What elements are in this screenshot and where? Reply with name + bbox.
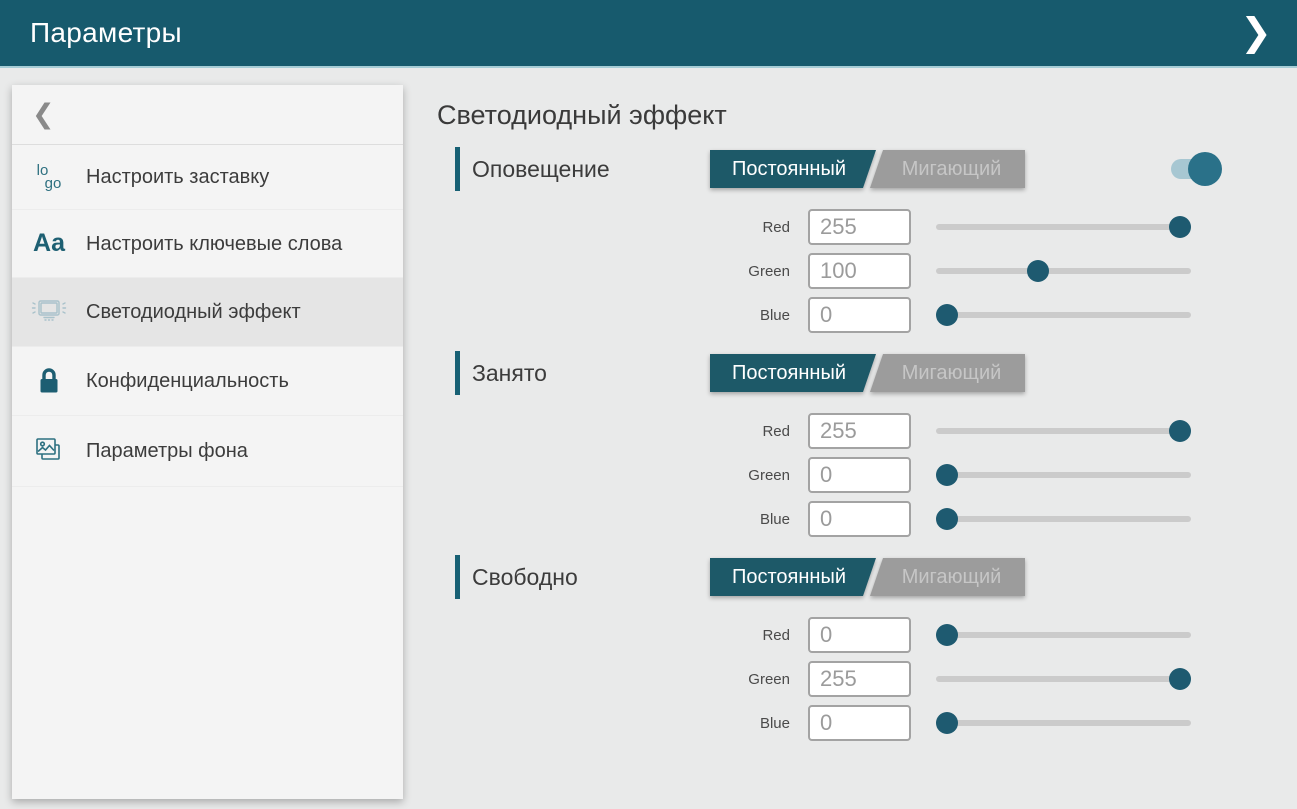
red-slider[interactable] bbox=[936, 413, 1191, 449]
channel-label: Blue bbox=[700, 307, 790, 324]
keywords-icon: Aa bbox=[12, 229, 86, 258]
back-button[interactable]: ❮ bbox=[12, 85, 403, 145]
mode-blinking-button[interactable]: Мигающий bbox=[870, 354, 1025, 392]
red-value-input[interactable] bbox=[808, 209, 911, 245]
blue-value-input[interactable] bbox=[808, 705, 911, 741]
channel-label: Green bbox=[700, 671, 790, 688]
channel-row-red: Red bbox=[700, 209, 1297, 245]
section-label: Свободно bbox=[472, 564, 710, 591]
slider-knob[interactable] bbox=[1027, 260, 1049, 282]
logo-icon: logo bbox=[12, 164, 86, 190]
slider-knob[interactable] bbox=[936, 508, 958, 530]
mode-segmented-control: Постоянный Мигающий bbox=[710, 354, 1025, 392]
content-title: Светодиодный эффект bbox=[437, 100, 1297, 131]
green-value-input[interactable] bbox=[808, 457, 911, 493]
slider-knob[interactable] bbox=[936, 712, 958, 734]
slider-rail bbox=[936, 312, 1191, 318]
sidebar-item-screensaver[interactable]: logo Настроить заставку bbox=[12, 145, 403, 210]
sidebar-item-label: Конфиденциальность bbox=[86, 368, 289, 394]
channel-row-blue: Blue bbox=[700, 501, 1297, 537]
channel-row-green: Green bbox=[700, 661, 1297, 697]
sidebar-item-label: Параметры фона bbox=[86, 438, 248, 464]
alert-enabled-switch[interactable] bbox=[1171, 152, 1223, 186]
blue-value-input[interactable] bbox=[808, 501, 911, 537]
page-title: Параметры bbox=[30, 17, 182, 49]
blue-slider[interactable] bbox=[936, 501, 1191, 537]
mode-blinking-button[interactable]: Мигающий bbox=[870, 150, 1025, 188]
green-slider[interactable] bbox=[936, 457, 1191, 493]
red-value-input[interactable] bbox=[808, 413, 911, 449]
channel-row-blue: Blue bbox=[700, 705, 1297, 741]
chevron-right-icon[interactable]: ❯ bbox=[1240, 14, 1272, 52]
slider-knob[interactable] bbox=[1169, 216, 1191, 238]
section-alert: Оповещение Постоянный Мигающий Red bbox=[437, 147, 1297, 333]
blue-slider[interactable] bbox=[936, 297, 1191, 333]
section-free: Свободно Постоянный Мигающий Red Green bbox=[437, 555, 1297, 741]
blue-value-input[interactable] bbox=[808, 297, 911, 333]
slider-rail bbox=[936, 268, 1191, 274]
slider-rail bbox=[936, 676, 1191, 682]
mode-constant-button[interactable]: Постоянный bbox=[710, 150, 876, 188]
sidebar-item-led-effect[interactable]: Светодиодный эффект bbox=[12, 278, 403, 347]
blue-slider[interactable] bbox=[936, 705, 1191, 741]
slider-rail bbox=[936, 428, 1191, 434]
green-value-input[interactable] bbox=[808, 253, 911, 289]
channel-row-red: Red bbox=[700, 413, 1297, 449]
red-slider[interactable] bbox=[936, 617, 1191, 653]
background-images-icon bbox=[12, 435, 86, 467]
green-value-input[interactable] bbox=[808, 661, 911, 697]
settings-window: Параметры ❯ ❮ logo Настроить заставку Aa… bbox=[0, 0, 1297, 809]
sidebar-item-label: Настроить заставку bbox=[86, 164, 269, 190]
lock-icon bbox=[12, 366, 86, 396]
channel-row-green: Green bbox=[700, 253, 1297, 289]
switch-knob bbox=[1188, 152, 1222, 186]
channel-row-red: Red bbox=[700, 617, 1297, 653]
sidebar-item-background[interactable]: Параметры фона bbox=[12, 416, 403, 487]
channel-row-blue: Blue bbox=[700, 297, 1297, 333]
channel-label: Red bbox=[700, 423, 790, 440]
slider-knob[interactable] bbox=[1169, 668, 1191, 690]
green-slider[interactable] bbox=[936, 253, 1191, 289]
sidebar-item-label: Настроить ключевые слова bbox=[86, 231, 342, 257]
sidebar: ❮ logo Настроить заставку Aa Настроить к… bbox=[12, 85, 403, 799]
slider-rail bbox=[936, 720, 1191, 726]
sidebar-item-label: Светодиодный эффект bbox=[86, 299, 301, 325]
accent-bar bbox=[455, 555, 460, 599]
channel-label: Green bbox=[700, 263, 790, 280]
accent-bar bbox=[455, 351, 460, 395]
mode-segmented-control: Постоянный Мигающий bbox=[710, 150, 1025, 188]
section-label: Занято bbox=[472, 360, 710, 387]
channel-label: Red bbox=[700, 219, 790, 236]
chevron-left-icon: ❮ bbox=[32, 99, 55, 130]
sidebar-item-keywords[interactable]: Aa Настроить ключевые слова bbox=[12, 210, 403, 278]
slider-knob[interactable] bbox=[936, 624, 958, 646]
mode-segmented-control: Постоянный Мигающий bbox=[710, 558, 1025, 596]
channel-label: Blue bbox=[700, 715, 790, 732]
red-slider[interactable] bbox=[936, 209, 1191, 245]
led-screen-icon bbox=[12, 297, 86, 327]
section-busy: Занято Постоянный Мигающий Red Green bbox=[437, 351, 1297, 537]
sidebar-item-privacy[interactable]: Конфиденциальность bbox=[12, 347, 403, 416]
accent-bar bbox=[455, 147, 460, 191]
slider-knob[interactable] bbox=[1169, 420, 1191, 442]
slider-knob[interactable] bbox=[936, 464, 958, 486]
top-bar: Параметры ❯ bbox=[0, 0, 1297, 68]
section-label: Оповещение bbox=[472, 156, 710, 183]
slider-rail bbox=[936, 224, 1191, 230]
green-slider[interactable] bbox=[936, 661, 1191, 697]
channel-label: Red bbox=[700, 627, 790, 644]
channel-label: Blue bbox=[700, 511, 790, 528]
mode-blinking-button[interactable]: Мигающий bbox=[870, 558, 1025, 596]
channel-label: Green bbox=[700, 467, 790, 484]
slider-rail bbox=[936, 516, 1191, 522]
mode-constant-button[interactable]: Постоянный bbox=[710, 354, 876, 392]
slider-knob[interactable] bbox=[936, 304, 958, 326]
mode-constant-button[interactable]: Постоянный bbox=[710, 558, 876, 596]
main-content: Светодиодный эффект Оповещение Постоянны… bbox=[437, 70, 1297, 809]
slider-rail bbox=[936, 472, 1191, 478]
slider-rail bbox=[936, 632, 1191, 638]
red-value-input[interactable] bbox=[808, 617, 911, 653]
channel-row-green: Green bbox=[700, 457, 1297, 493]
